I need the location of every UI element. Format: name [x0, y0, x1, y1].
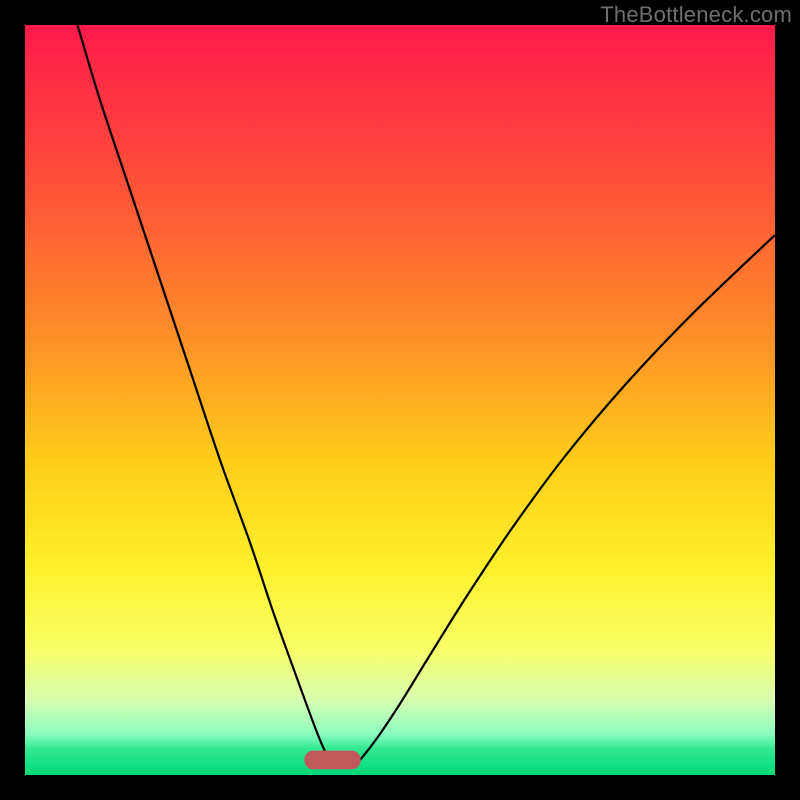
chart-frame: TheBottleneck.com: [0, 0, 800, 800]
minimum-marker: [304, 751, 360, 770]
plot-background: [25, 25, 775, 775]
chart-plot: [25, 25, 775, 775]
